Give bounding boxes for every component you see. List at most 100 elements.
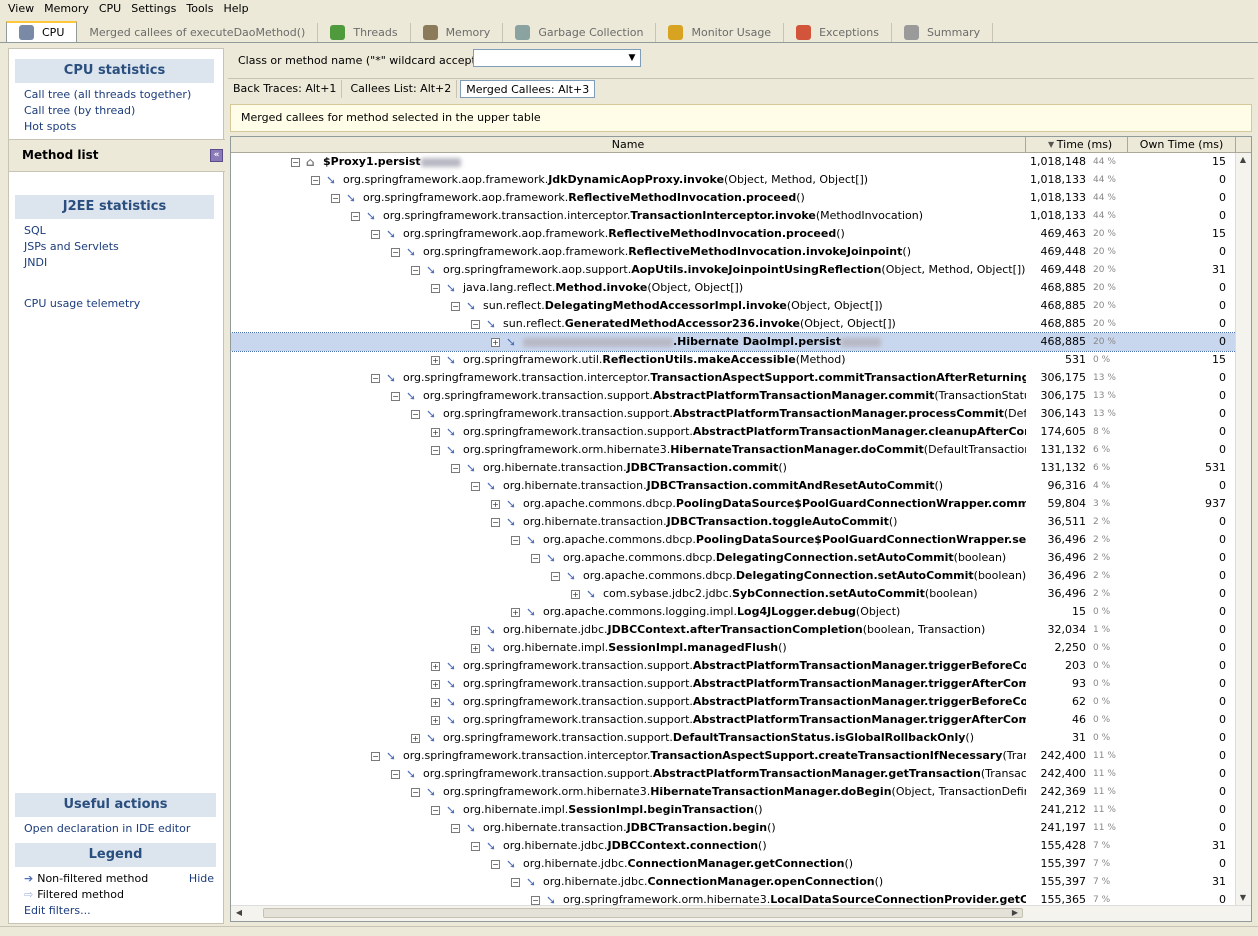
table-row[interactable]: + ➘ org.springframework.transaction.suppor… (231, 675, 1236, 693)
table-row[interactable]: − ➘ org.hibernate.impl.SessionImpl.beginTr… (231, 801, 1236, 819)
jsps-servlets-link[interactable]: JSPs and Servlets (9, 239, 223, 255)
horizontal-scrollbar[interactable]: ◀ ▶ (231, 905, 1251, 921)
tab-merged-callees[interactable]: Merged callees of executeDaoMethod() (77, 23, 319, 42)
table-row[interactable]: − ➘ java.lang.reflect.Method.invoke(Object… (231, 279, 1236, 297)
table-row[interactable]: + ➘ org.springframework.transaction.suppor… (231, 711, 1236, 729)
back-traces-tab[interactable]: Back Traces: Alt+1 (228, 79, 343, 98)
sql-link[interactable]: SQL (9, 223, 223, 239)
scroll-left-icon[interactable]: ◀ (232, 906, 246, 920)
table-row[interactable]: − ➘ org.springframework.transaction.suppor… (231, 405, 1236, 423)
legend-hide-link[interactable]: Hide (189, 871, 214, 887)
scroll-down-icon[interactable]: ▼ (1236, 891, 1250, 905)
table-row[interactable]: + ➘ org.apache.commons.logging.impl.Log4JL… (231, 603, 1236, 621)
dropdown-arrow-icon[interactable]: ▼ (624, 50, 640, 66)
expand-node-icon[interactable]: + (431, 661, 440, 671)
collapse-node-icon[interactable]: − (291, 157, 300, 167)
table-row[interactable]: − ➘ org.springframework.aop.support.AopUti… (231, 261, 1236, 279)
collapse-node-icon[interactable]: − (451, 823, 460, 833)
collapse-node-icon[interactable]: − (431, 805, 440, 815)
menu-memory[interactable]: Memory (39, 2, 94, 15)
vertical-scrollbar[interactable]: ▲ ▼ (1235, 153, 1251, 905)
menu-settings[interactable]: Settings (126, 2, 181, 15)
table-row[interactable]: − ➘ org.apache.commons.dbcp.PoolingDataSou… (231, 531, 1236, 549)
hot-spots-link[interactable]: Hot spots (9, 119, 223, 135)
table-row[interactable]: + ➘ org.springframework.transaction.suppor… (231, 657, 1236, 675)
table-row[interactable]: − ➘ org.springframework.orm.hibernate3.Hib… (231, 441, 1236, 459)
collapse-node-icon[interactable]: − (411, 409, 420, 419)
tab-cpu[interactable]: CPU (6, 21, 78, 42)
collapse-node-icon[interactable]: − (451, 463, 460, 473)
collapse-node-icon[interactable]: − (471, 481, 480, 491)
open-declaration-link[interactable]: Open declaration in IDE editor (9, 821, 225, 837)
menu-view[interactable]: View (0, 2, 39, 15)
tab-garbage-collection[interactable]: Garbage Collection (503, 23, 657, 42)
tab-threads[interactable]: Threads (318, 23, 411, 42)
table-row[interactable]: − ➘ sun.reflect.GeneratedMethodAccessor236… (231, 315, 1236, 333)
scroll-up-icon[interactable]: ▲ (1236, 153, 1250, 167)
tab-exceptions[interactable]: Exceptions (784, 23, 892, 42)
table-row[interactable]: − ➘ org.apache.commons.dbcp.DelegatingConn… (231, 567, 1236, 585)
collapse-node-icon[interactable]: − (471, 841, 480, 851)
table-row[interactable]: − ➘ org.hibernate.transaction.JDBCTransact… (231, 459, 1236, 477)
collapse-node-icon[interactable]: − (491, 859, 500, 869)
tab-monitor-usage[interactable]: Monitor Usage (656, 23, 785, 42)
jndi-link[interactable]: JNDI (9, 255, 223, 271)
table-row[interactable]: − ➘ org.springframework.orm.hibernate3.Hib… (231, 783, 1236, 801)
call-tree-all-link[interactable]: Call tree (all threads together) (9, 87, 223, 103)
expand-node-icon[interactable]: + (471, 625, 480, 635)
collapse-node-icon[interactable]: − (371, 229, 380, 239)
collapse-node-icon[interactable]: − (511, 535, 520, 545)
menu-cpu[interactable]: CPU (94, 2, 126, 15)
collapse-node-icon[interactable]: − (471, 319, 480, 329)
expand-node-icon[interactable]: + (431, 679, 440, 689)
cpu-usage-telemetry-link[interactable]: CPU usage telemetry (9, 296, 223, 312)
edit-filters-link[interactable]: Edit filters... (9, 903, 225, 919)
collapse-node-icon[interactable]: − (391, 247, 400, 257)
tab-summary[interactable]: Summary (892, 23, 994, 42)
call-tree-by-thread-link[interactable]: Call tree (by thread) (9, 103, 223, 119)
table-row[interactable]: + ➘ org.springframework.transaction.suppor… (231, 423, 1236, 441)
collapse-node-icon[interactable]: − (511, 877, 520, 887)
expand-node-icon[interactable]: + (411, 733, 420, 743)
expand-node-icon[interactable]: + (431, 427, 440, 437)
class-method-filter-input[interactable]: ▼ (473, 49, 641, 67)
collapse-node-icon[interactable]: − (391, 769, 400, 779)
table-row[interactable]: − ➘ org.springframework.transaction.suppor… (231, 387, 1236, 405)
name-column-header[interactable]: Name (231, 137, 1026, 153)
expand-node-icon[interactable]: + (431, 715, 440, 725)
table-row[interactable]: + ➘ .Hibernate DaoImpl.persist 468,885 20 % 0 (231, 332, 1237, 352)
menu-help[interactable]: Help (218, 2, 253, 15)
table-row[interactable]: − ➘ org.springframework.aop.framework.Refl… (231, 243, 1236, 261)
callees-list-tab[interactable]: Callees List: Alt+2 (345, 79, 458, 98)
collapse-node-icon[interactable]: − (551, 571, 560, 581)
collapse-node-icon[interactable]: − (531, 553, 540, 563)
table-row[interactable]: − ➘ org.springframework.transaction.interc… (231, 747, 1236, 765)
table-row[interactable]: + ➘ org.springframework.transaction.suppor… (231, 693, 1236, 711)
table-row[interactable]: − ➘ org.springframework.transaction.interc… (231, 207, 1236, 225)
expand-node-icon[interactable]: + (431, 355, 440, 365)
merged-callees-tab[interactable]: Merged Callees: Alt+3 (460, 79, 596, 98)
collapse-node-icon[interactable]: − (371, 751, 380, 761)
horizontal-scroll-thumb[interactable] (263, 908, 1023, 918)
table-row[interactable]: − ➘ sun.reflect.DelegatingMethodAccessorIm… (231, 297, 1236, 315)
table-row[interactable]: − ➘ org.springframework.transaction.interc… (231, 369, 1236, 387)
expand-node-icon[interactable]: + (511, 607, 520, 617)
table-row[interactable]: − ➘ org.apache.commons.dbcp.DelegatingConn… (231, 549, 1236, 567)
table-row[interactable]: + ➘ org.springframework.transaction.suppor… (231, 729, 1236, 747)
collapse-node-icon[interactable]: − (451, 301, 460, 311)
collapse-node-icon[interactable]: − (391, 391, 400, 401)
collapse-node-icon[interactable]: − (531, 895, 540, 905)
table-row[interactable]: − ➘ org.springframework.aop.framework.Refl… (231, 225, 1236, 243)
table-row[interactable]: + ➘ org.springframework.util.ReflectionUti… (231, 351, 1236, 369)
collapse-node-icon[interactable]: − (411, 265, 420, 275)
table-row[interactable]: − ➘ org.hibernate.transaction.JDBCTransact… (231, 819, 1236, 837)
table-row[interactable]: − ➘ org.hibernate.jdbc.ConnectionManager.o… (231, 873, 1236, 891)
table-row[interactable]: − ➘ org.springframework.aop.framework.JdkD… (231, 171, 1236, 189)
expand-node-icon[interactable]: + (491, 337, 500, 347)
expand-node-icon[interactable]: + (571, 589, 580, 599)
collapse-node-icon[interactable]: − (491, 517, 500, 527)
expand-node-icon[interactable]: + (491, 499, 500, 509)
method-list-item[interactable]: Method list « (9, 139, 225, 172)
expand-node-icon[interactable]: + (471, 643, 480, 653)
table-row[interactable]: − ➘ org.springframework.aop.framework.Refl… (231, 189, 1236, 207)
